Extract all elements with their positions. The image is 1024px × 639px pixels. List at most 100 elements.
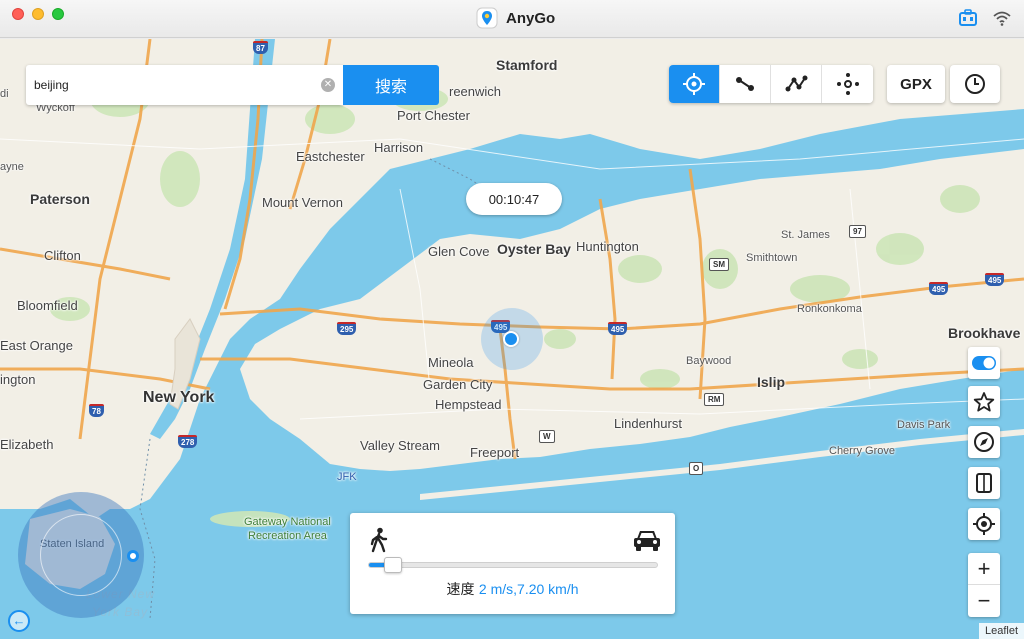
speed-value: 2 m/s,7.20 km/h (478, 581, 579, 597)
joystick-ring (40, 514, 122, 596)
place-label-garden-city: Garden City (423, 377, 493, 392)
highway-shield-97: 97 (849, 225, 866, 238)
place-label-cherry-grove: Cherry Grove (829, 445, 896, 457)
place-label-smithtown: Smithtown (746, 252, 798, 264)
joystick-pad[interactable] (18, 492, 144, 618)
app-title: AnyGo (476, 6, 555, 30)
toolbox-icon[interactable] (958, 8, 978, 33)
speed-slider[interactable] (368, 557, 658, 573)
place-label-lodi: di (0, 88, 9, 100)
current-location-marker[interactable] (503, 331, 519, 347)
back-arrow-button[interactable]: ← (8, 610, 30, 632)
zoom-in-button[interactable]: + (968, 553, 1000, 585)
place-label-wayne: ayne (0, 161, 24, 173)
place-label-glen-cove: Glen Cove (428, 244, 490, 259)
place-label-mount-vernon: Mount Vernon (262, 195, 343, 210)
wifi-icon[interactable] (992, 8, 1012, 33)
highway-shield-495-b: 495 (608, 322, 628, 335)
history-button[interactable] (950, 65, 1000, 103)
place-label-clifton: Clifton (44, 248, 81, 263)
clock-icon (965, 74, 985, 94)
mode-toolbar (669, 65, 873, 103)
place-label-eastchester: Eastchester (296, 149, 365, 164)
highway-shield-78: 78 (89, 404, 104, 417)
speed-panel: 速度 2 m/s,7.20 km/h (350, 513, 675, 614)
search-button[interactable]: 搜索 (343, 65, 439, 105)
highway-shield-295: 295 (337, 322, 357, 335)
app-title-text: AnyGo (506, 9, 556, 27)
highway-shield-278: 278 (178, 435, 198, 448)
place-label-freeport: Freeport (470, 445, 520, 460)
place-label-baywood: Baywood (686, 355, 732, 367)
highway-shield-495-d: 495 (985, 273, 1005, 286)
place-label-brookhaven: Brookhave (948, 325, 1021, 341)
place-label-paterson: Paterson (30, 191, 90, 207)
place-label-mineola: Mineola (428, 355, 474, 370)
place-label-gateway: Gateway National (244, 516, 331, 528)
place-label-jfk: JFK (337, 471, 357, 483)
compass-icon (974, 432, 994, 452)
compass-button[interactable] (968, 426, 1000, 458)
place-label-lindenhurst: Lindenhurst (614, 416, 682, 431)
speed-slider-thumb[interactable] (384, 557, 402, 573)
place-label-recreation: Recreation Area (248, 530, 327, 542)
highway-shield-o: O (689, 462, 704, 475)
walking-icon[interactable] (368, 527, 390, 553)
highway-shield-rm: RM (704, 393, 725, 406)
highway-shield-w: W (539, 430, 555, 443)
close-window-button[interactable] (12, 8, 24, 20)
joystick-mode-button[interactable] (822, 65, 873, 103)
anygo-logo-icon (476, 7, 498, 29)
place-label-islip: Islip (757, 374, 786, 390)
device-button[interactable] (968, 467, 1000, 499)
multi-spot-mode-button[interactable] (771, 65, 822, 103)
teleport-mode-button[interactable] (669, 65, 720, 103)
favorites-button[interactable] (968, 386, 1000, 418)
star-icon (973, 392, 995, 412)
place-label-st-james: St. James (781, 229, 830, 241)
title-bar: AnyGo (0, 0, 1024, 38)
place-label-harrison: Harrison (374, 140, 424, 155)
place-label-new-york: New York (143, 389, 215, 406)
place-label-davis-park: Davis Park (897, 419, 951, 431)
locate-me-button[interactable] (968, 508, 1000, 540)
place-label-stamford: Stamford (496, 57, 558, 73)
speed-label: 速度 (446, 582, 475, 598)
gpx-import-button[interactable]: GPX (887, 65, 945, 103)
place-label-ronkonkoma: Ronkonkoma (797, 303, 862, 315)
place-label-valley-stream: Valley Stream (360, 438, 440, 453)
target-icon (973, 513, 995, 535)
map-attribution[interactable]: Leaflet (978, 623, 1024, 639)
place-label-east-orange: East Orange (0, 338, 73, 353)
clear-search-icon[interactable]: ✕ (321, 78, 335, 92)
toggle-switch-button[interactable] (968, 347, 1000, 379)
two-spot-mode-button[interactable] (720, 65, 771, 103)
car-icon[interactable] (633, 528, 661, 552)
speed-readout: 速度 2 m/s,7.20 km/h (350, 579, 675, 599)
highway-shield-495-c: 495 (929, 282, 949, 295)
multi-spot-route-icon (785, 75, 808, 92)
place-label-oyster-bay: Oyster Bay (497, 241, 571, 257)
highway-shield-sm: SM (709, 258, 729, 271)
minimize-window-button[interactable] (32, 8, 44, 20)
highway-shield-87: 87 (253, 41, 268, 54)
place-label-bloomfield: Bloomfield (17, 298, 78, 313)
place-label-hempstead: Hempstead (435, 397, 502, 412)
cooldown-timer: 00:10:47 (466, 183, 562, 215)
toggle-switch-icon (972, 356, 996, 370)
joystick-handle[interactable] (127, 550, 139, 562)
fullscreen-window-button[interactable] (52, 8, 64, 20)
crosshair-icon (683, 73, 705, 95)
place-label-port-chester: Port Chester (397, 108, 470, 123)
phone-icon (976, 473, 992, 493)
place-label-huntington: Huntington (576, 239, 639, 254)
search-box: ✕ (26, 65, 343, 105)
two-spot-route-icon (736, 77, 754, 91)
place-label-irvington: ington (0, 372, 36, 387)
zoom-control: + − (968, 553, 1000, 617)
zoom-out-button[interactable]: − (968, 585, 1000, 617)
joystick-icon (836, 73, 859, 95)
place-label-elizabeth: Elizabeth (0, 437, 54, 452)
search-input[interactable] (34, 65, 314, 105)
place-label-greenwich: reenwich (449, 84, 502, 99)
